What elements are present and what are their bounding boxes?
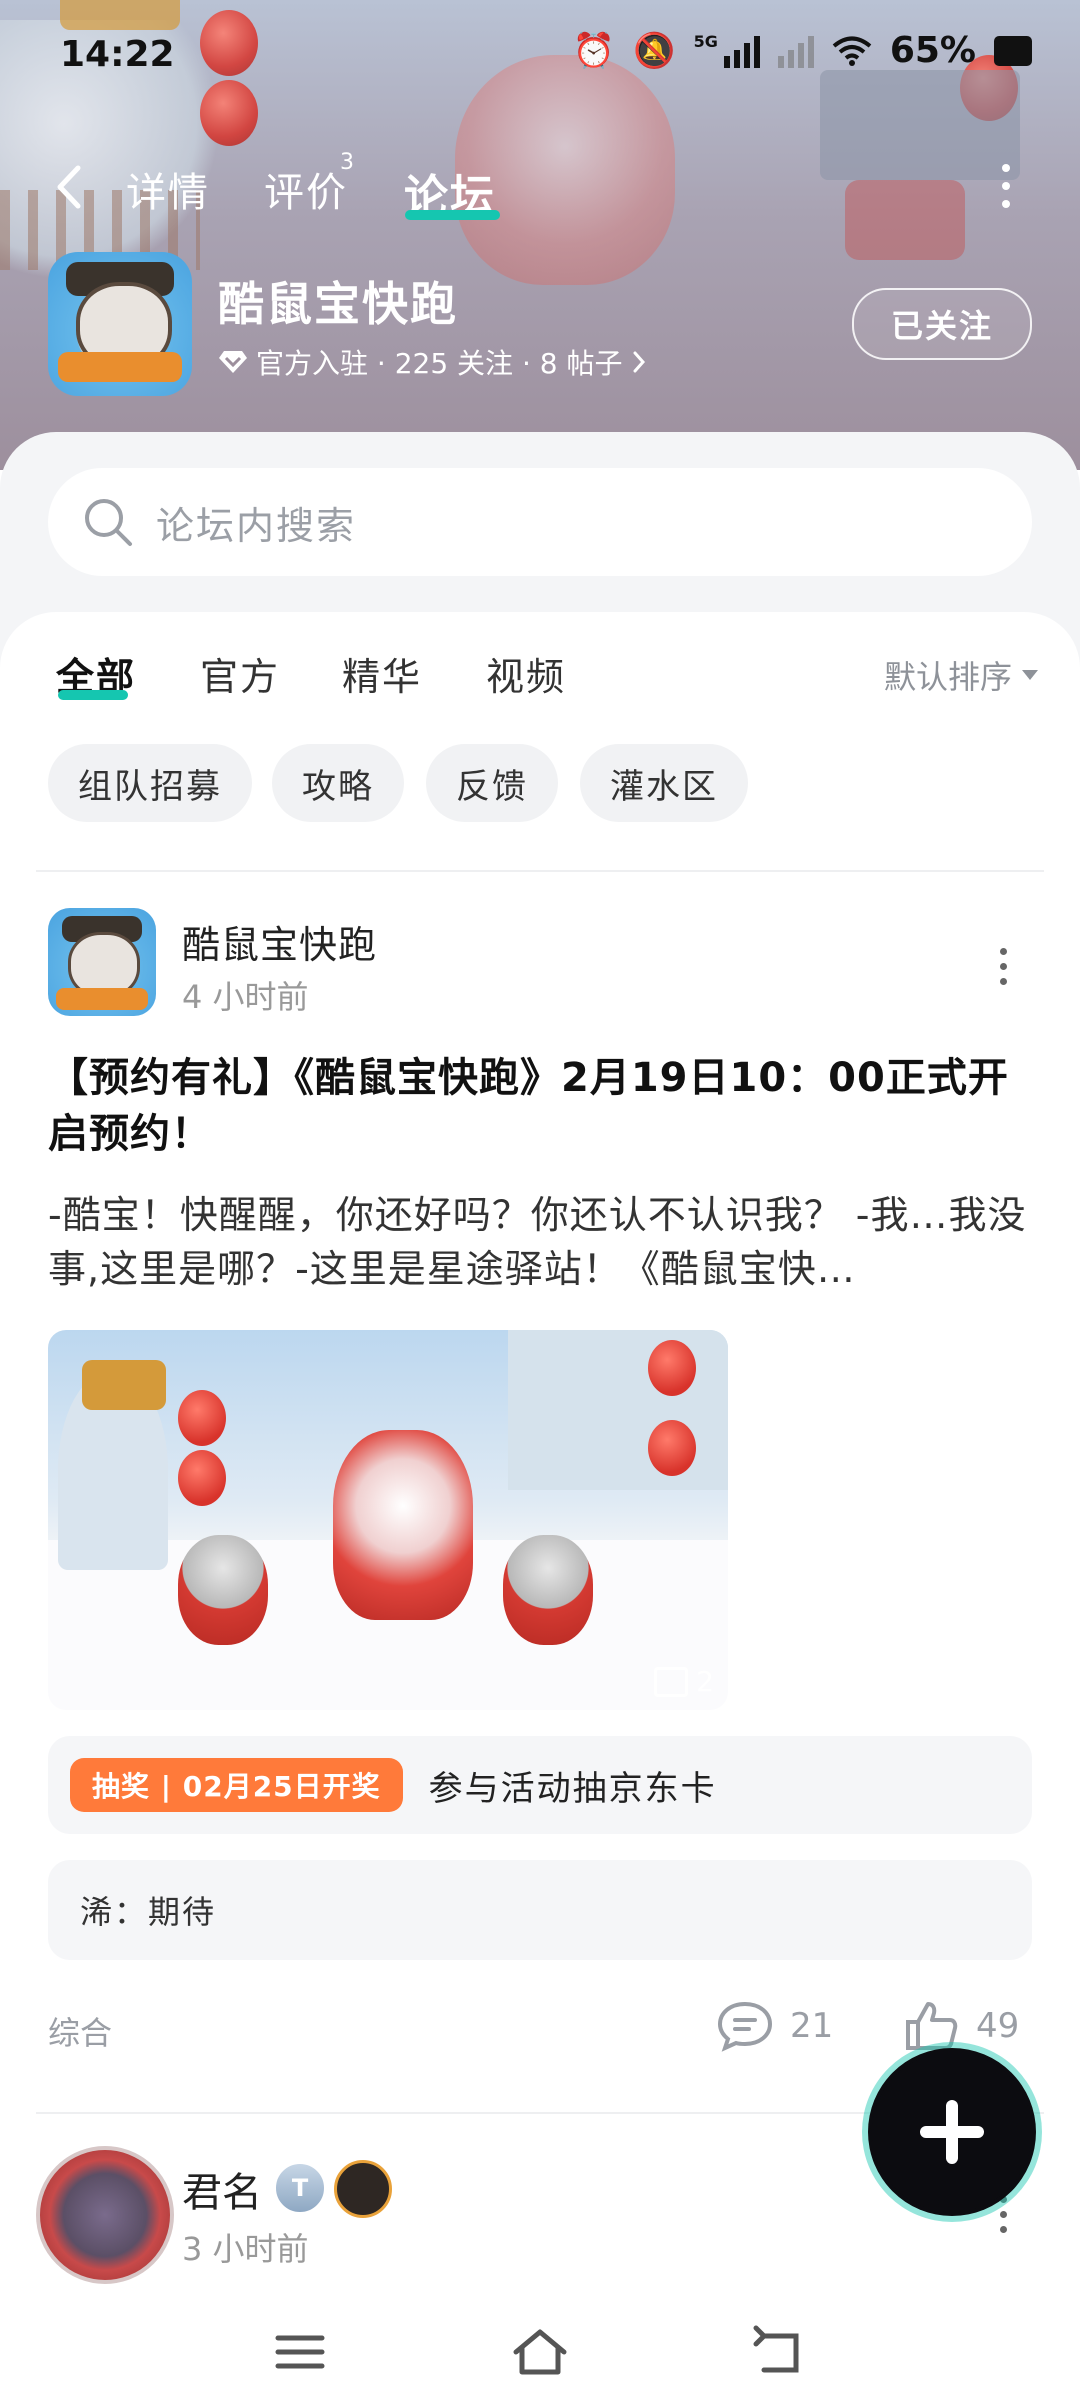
image-count-badge: 2	[654, 1665, 714, 1698]
post-time: 4 小时前	[182, 978, 309, 1016]
sort-dropdown[interactable]: 默认排序	[884, 652, 1038, 698]
plus-icon	[920, 2100, 984, 2164]
category-tab-video[interactable]: 视频	[486, 646, 566, 701]
post-author[interactable]: 酷鼠宝快跑	[182, 914, 377, 969]
user-medal-icon	[334, 2160, 392, 2218]
top-comment-text: 浠：期待	[80, 1893, 217, 1931]
post-excerpt[interactable]: -酷宝！快醒醒，你还好吗？你还认不认识我？ -我…我没事,这里是哪？-这里是星途…	[48, 1188, 1032, 1296]
status-bar: 14:22 ⏰ 🔕 5G 65%	[0, 0, 1080, 110]
post-time: 3 小时前	[182, 2230, 309, 2268]
comment-button[interactable]: 21	[716, 2000, 833, 2052]
signal-icon	[723, 34, 760, 68]
search-icon	[85, 499, 132, 546]
caret-down-icon	[1022, 670, 1038, 680]
top-nav: 详情 评价 3 论坛	[0, 150, 1080, 230]
chip-guides[interactable]: 攻略	[272, 744, 404, 822]
post-section-label: 综合	[48, 2014, 113, 2052]
game-icon[interactable]	[48, 252, 192, 396]
image-count: 2	[696, 1665, 714, 1698]
game-meta[interactable]: 官方入驻 · 225 关注 · 8 帖子	[218, 342, 648, 382]
category-active-indicator	[58, 690, 128, 700]
game-title: 酷鼠宝快跑	[218, 277, 458, 331]
chip-chat-zone[interactable]: 灌水区	[580, 744, 748, 822]
mute-icon: 🔕	[633, 30, 676, 71]
more-options-icon[interactable]	[1002, 164, 1010, 208]
top-comment[interactable]: 浠：期待	[48, 1860, 1032, 1960]
system-nav-bar	[0, 2300, 1080, 2400]
signal-icon-secondary	[777, 34, 814, 68]
image-icon	[654, 1666, 689, 1697]
game-meta-text: 官方入驻 · 225 关注 · 8 帖子	[256, 347, 623, 380]
chevron-right-icon	[633, 351, 646, 373]
post-image[interactable]: 2	[48, 1330, 728, 1710]
diamond-verified-icon	[219, 351, 247, 373]
chip-team-recruit[interactable]: 组队招募	[48, 744, 252, 822]
sort-label: 默认排序	[883, 658, 1012, 696]
alarm-icon: ⏰	[572, 30, 616, 71]
status-time: 14:22	[60, 34, 175, 75]
category-tab-featured[interactable]: 精华	[342, 646, 422, 701]
comment-count: 21	[790, 2006, 834, 2046]
chip-feedback[interactable]: 反馈	[426, 744, 558, 822]
search-placeholder: 论坛内搜索	[156, 503, 357, 548]
post-more-icon[interactable]	[1000, 948, 1007, 985]
back-icon[interactable]	[750, 2322, 810, 2382]
divider	[36, 870, 1044, 872]
post-author[interactable]: 君名	[182, 2160, 262, 2218]
wifi-icon	[832, 36, 872, 66]
network-type: 5G	[693, 32, 718, 51]
lottery-banner[interactable]: 抽奖 | 02月25日开奖 参与活动抽京东卡	[48, 1736, 1032, 1834]
home-icon[interactable]	[510, 2322, 570, 2382]
thumbs-up-icon	[906, 2002, 958, 2050]
search-input[interactable]: 论坛内搜索	[48, 468, 1032, 576]
create-post-button[interactable]	[862, 2042, 1042, 2222]
like-count: 49	[976, 2006, 1020, 2046]
battery-percent: 65%	[889, 30, 976, 71]
like-button[interactable]: 49	[902, 2000, 1019, 2052]
battery-icon	[994, 35, 1032, 66]
avatar[interactable]	[36, 2146, 174, 2284]
user-level-badge-icon: T	[274, 2162, 326, 2214]
tab-reviews[interactable]: 评价	[264, 160, 348, 218]
follow-button[interactable]: 已关注	[852, 288, 1032, 360]
back-arrow-icon[interactable]	[50, 162, 90, 212]
lottery-tag: 抽奖 | 02月25日开奖	[70, 1758, 403, 1812]
category-tab-official[interactable]: 官方	[200, 646, 280, 701]
lottery-text: 参与活动抽京东卡	[428, 1768, 717, 1809]
tab-details[interactable]: 详情	[126, 160, 210, 218]
comment-icon	[717, 2001, 773, 2052]
active-tab-indicator	[405, 210, 500, 220]
post-more-icon[interactable]	[1000, 2196, 1007, 2233]
avatar[interactable]	[48, 908, 156, 1016]
post-title[interactable]: 【预约有礼】《酷鼠宝快跑》2月19日10：00正式开启预约！	[48, 1050, 1032, 1162]
reviews-count-badge: 3	[340, 150, 354, 175]
menu-icon[interactable]	[270, 2322, 330, 2382]
